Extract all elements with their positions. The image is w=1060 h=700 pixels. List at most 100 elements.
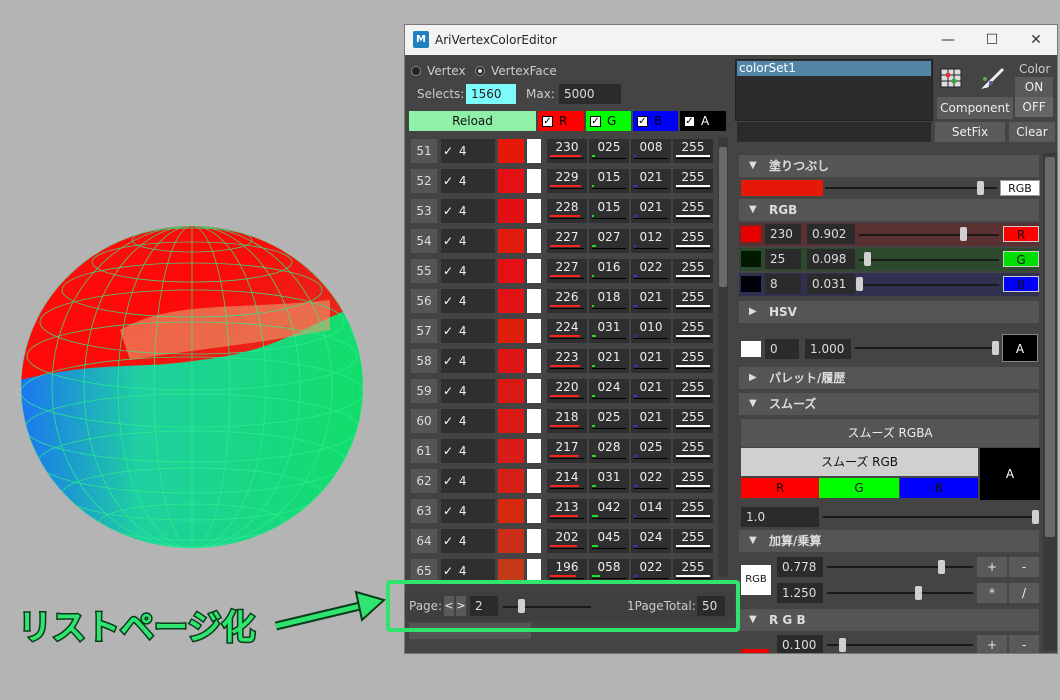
row-count[interactable]: ✓ 4 xyxy=(441,289,495,313)
row-index[interactable]: 59 xyxy=(411,379,437,403)
row-count[interactable]: ✓ 4 xyxy=(441,259,495,283)
row-channel-g[interactable]: 028 xyxy=(589,439,629,463)
alpha-button[interactable]: A xyxy=(1002,334,1038,362)
list-scrollbar-thumb[interactable] xyxy=(719,147,727,287)
color-on-button[interactable]: ON xyxy=(1015,77,1053,97)
title-bar[interactable]: M AriVertexColorEditor — ☐ ✕ xyxy=(405,25,1057,55)
row-index[interactable]: 56 xyxy=(411,289,437,313)
row-channel-b[interactable]: 021 xyxy=(631,199,671,223)
row-channel-r[interactable]: 217 xyxy=(547,439,587,463)
row-count[interactable]: ✓ 4 xyxy=(441,319,495,343)
row-channel-g[interactable]: 021 xyxy=(589,349,629,373)
row-count[interactable]: ✓ 4 xyxy=(441,229,495,253)
row-channel-b[interactable]: 021 xyxy=(631,349,671,373)
check-icon[interactable]: ✓ xyxy=(443,289,455,313)
row-channel-r[interactable]: 223 xyxy=(547,349,587,373)
rgb-channel-int-field[interactable]: 25 xyxy=(765,249,801,269)
mul-times-button[interactable]: * xyxy=(977,583,1007,603)
row-channel-g[interactable]: 031 xyxy=(589,319,629,343)
channel-header-r[interactable]: ✓ R xyxy=(538,111,584,131)
row-channel-a[interactable]: 255 xyxy=(673,229,713,253)
row-color-swatch[interactable] xyxy=(498,349,524,373)
check-icon[interactable]: ✓ xyxy=(443,409,455,433)
vertex-row[interactable]: 55 ✓ 4 227 016 022 255 xyxy=(411,259,713,283)
smooth-rgba-button[interactable]: スムーズ RGBA xyxy=(741,419,1039,447)
row-alpha-swatch[interactable] xyxy=(527,499,541,523)
row-channel-a[interactable]: 255 xyxy=(673,169,713,193)
row-channel-b[interactable]: 014 xyxy=(631,499,671,523)
rgb-channel-int-field[interactable]: 230 xyxy=(765,224,801,244)
smooth-r-button[interactable]: R xyxy=(741,478,819,498)
check-icon[interactable]: ✓ xyxy=(443,469,455,493)
mul-slider-handle[interactable] xyxy=(915,586,922,600)
alpha-slider-handle[interactable] xyxy=(992,341,999,355)
row-channel-a[interactable]: 255 xyxy=(673,529,713,553)
smooth-slider-handle[interactable] xyxy=(1032,510,1039,524)
vertex-row[interactable]: 57 ✓ 4 224 031 010 255 xyxy=(411,319,713,343)
row-alpha-swatch[interactable] xyxy=(527,319,541,343)
vertex-row[interactable]: 61 ✓ 4 217 028 025 255 xyxy=(411,439,713,463)
row-alpha-swatch[interactable] xyxy=(527,439,541,463)
add-slider-track[interactable] xyxy=(827,566,973,568)
row-channel-r[interactable]: 213 xyxy=(547,499,587,523)
row-channel-g[interactable]: 024 xyxy=(589,379,629,403)
row-channel-a[interactable]: 255 xyxy=(673,469,713,493)
addmul-section-header[interactable]: ▼ 加算/乗算 xyxy=(739,530,1039,552)
row-alpha-swatch[interactable] xyxy=(527,349,541,373)
channel-checkbox-r[interactable]: ✓ xyxy=(542,116,553,127)
row-index[interactable]: 52 xyxy=(411,169,437,193)
rgb2-slider-track[interactable] xyxy=(827,644,973,646)
row-alpha-swatch[interactable] xyxy=(527,199,541,223)
colorset-item[interactable]: colorSet1 xyxy=(737,61,931,76)
row-channel-b[interactable]: 021 xyxy=(631,379,671,403)
check-icon[interactable]: ✓ xyxy=(443,319,455,343)
paint-brush-icon[interactable] xyxy=(977,63,1011,93)
smooth-rgb-button[interactable]: スムーズ RGB xyxy=(741,448,978,476)
row-color-swatch[interactable] xyxy=(498,259,524,283)
mul-divide-button[interactable]: / xyxy=(1009,583,1039,603)
row-channel-r[interactable]: 202 xyxy=(547,529,587,553)
row-color-swatch[interactable] xyxy=(498,319,524,343)
row-color-swatch[interactable] xyxy=(498,529,524,553)
fill-rgb-button[interactable]: RGB xyxy=(1000,180,1040,196)
row-index[interactable]: 54 xyxy=(411,229,437,253)
component-button[interactable]: Component xyxy=(937,97,1013,119)
channel-header-b[interactable]: ✓ B xyxy=(633,111,678,131)
row-index[interactable]: 51 xyxy=(411,139,437,163)
rgb-channel-float-field[interactable]: 0.902 xyxy=(807,224,855,244)
fill-section-header[interactable]: ▼ 塗りつぶし xyxy=(739,155,1039,177)
check-icon[interactable]: ✓ xyxy=(443,349,455,373)
mul-slider-track[interactable] xyxy=(827,592,973,594)
smooth-g-button[interactable]: G xyxy=(819,478,899,498)
hsv-section-header[interactable]: ▶ HSV xyxy=(739,301,1039,323)
row-color-swatch[interactable] xyxy=(498,499,524,523)
rgb-channel-slider-track[interactable] xyxy=(859,259,999,261)
colorset-list[interactable]: colorSet1 xyxy=(735,59,933,121)
row-color-swatch[interactable] xyxy=(498,229,524,253)
check-icon[interactable]: ✓ xyxy=(443,529,455,553)
alpha-slider-track[interactable] xyxy=(855,347,995,349)
reload-button[interactable]: Reload xyxy=(409,111,536,131)
row-channel-r[interactable]: 226 xyxy=(547,289,587,313)
channel-checkbox-g[interactable]: ✓ xyxy=(590,116,601,127)
fill-color-swatch[interactable] xyxy=(741,180,823,196)
row-channel-g[interactable]: 015 xyxy=(589,169,629,193)
row-color-swatch[interactable] xyxy=(498,199,524,223)
row-color-swatch[interactable] xyxy=(498,439,524,463)
row-alpha-swatch[interactable] xyxy=(527,379,541,403)
rgb-channel-float-field[interactable]: 0.098 xyxy=(807,249,855,269)
vertex-row[interactable]: 59 ✓ 4 220 024 021 255 xyxy=(411,379,713,403)
vertex-row[interactable]: 63 ✓ 4 213 042 014 255 xyxy=(411,499,713,523)
row-channel-r[interactable]: 227 xyxy=(547,259,587,283)
rgb-channel-slider-handle[interactable] xyxy=(864,252,871,266)
row-alpha-swatch[interactable] xyxy=(527,139,541,163)
minimize-button[interactable]: — xyxy=(933,29,963,51)
row-alpha-swatch[interactable] xyxy=(527,259,541,283)
rgb-channel-slider-track[interactable] xyxy=(859,284,999,286)
rgb-channel-slider-handle[interactable] xyxy=(856,277,863,291)
row-index[interactable]: 53 xyxy=(411,199,437,223)
rgb-channel-slider-track[interactable] xyxy=(859,234,999,236)
vertex-radio[interactable] xyxy=(411,66,421,76)
row-channel-g[interactable]: 016 xyxy=(589,259,629,283)
row-index[interactable]: 60 xyxy=(411,409,437,433)
